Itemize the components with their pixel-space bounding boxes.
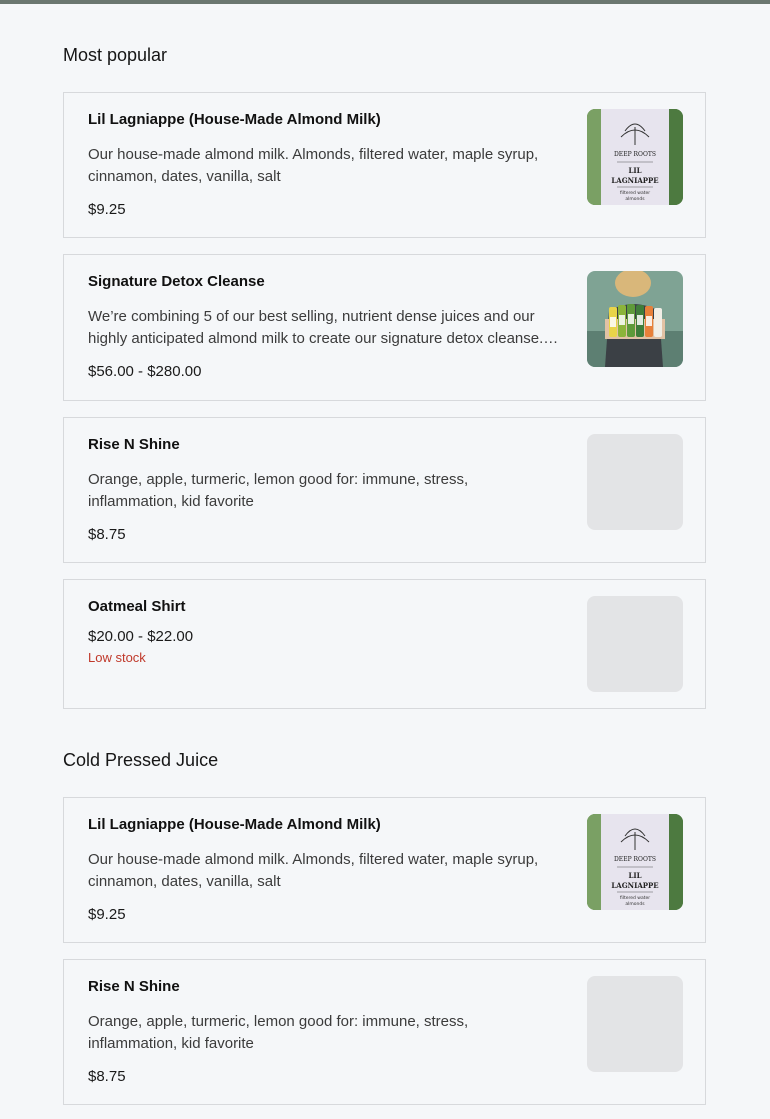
bottle-brand-text: DEEP ROOTS <box>614 151 656 158</box>
product-price: $56.00 - $280.00 <box>88 363 202 380</box>
product-card-oatmeal-shirt[interactable]: Oatmeal Shirt $20.00 - $22.00 Low stock <box>63 579 706 709</box>
product-card-rise-n-shine[interactable]: Rise N Shine Orange, apple, turmeric, le… <box>63 959 706 1105</box>
product-card-lil-lagniappe[interactable]: Lil Lagniappe (House-Made Almond Milk) O… <box>63 797 706 943</box>
section-title-cold-pressed-juice: Cold Pressed Juice <box>63 750 219 770</box>
product-card-signature-detox-cleanse[interactable]: Signature Detox Cleanse We’re combining … <box>63 254 706 401</box>
image-placeholder <box>587 596 683 692</box>
almond-milk-bottle-image: DEEP ROOTS LIL LAGNIAPPE filtered water … <box>587 814 683 910</box>
product-description: We’re combining 5 of our best selling, n… <box>88 308 544 347</box>
image-placeholder <box>587 976 683 1072</box>
product-description: Our house-made almond milk. Almonds, fil… <box>88 851 539 890</box>
bottle-label-line1: LIL <box>628 166 641 175</box>
bottle-ingredient-1: filtered water <box>620 190 650 196</box>
product-name: Oatmeal Shirt <box>88 598 186 615</box>
bottle-ingredient-1: filtered water <box>620 895 650 901</box>
bottle-label-line2: LAGNIAPPE <box>611 176 658 185</box>
bottle-label-line2: LAGNIAPPE <box>611 881 658 890</box>
product-card-rise-n-shine[interactable]: Rise N Shine Orange, apple, turmeric, le… <box>63 417 706 563</box>
bottle-brand-text: DEEP ROOTS <box>614 856 656 863</box>
product-price: $8.75 <box>88 526 126 543</box>
product-price: $8.75 <box>88 1068 126 1085</box>
product-name: Lil Lagniappe (House-Made Almond Milk) <box>88 816 381 833</box>
section-title-most-popular: Most popular <box>63 45 168 65</box>
product-name: Lil Lagniappe (House-Made Almond Milk) <box>88 111 381 128</box>
bottle-ingredient-2: almonds <box>625 196 645 202</box>
image-placeholder <box>587 434 683 530</box>
product-price: $20.00 - $22.00 <box>88 628 194 645</box>
product-description: Orange, apple, turmeric, lemon good for:… <box>88 1013 469 1052</box>
product-price: $9.25 <box>88 201 126 218</box>
product-description: Orange, apple, turmeric, lemon good for:… <box>88 471 469 510</box>
product-card-lil-lagniappe[interactable]: Lil Lagniappe (House-Made Almond Milk) O… <box>63 92 706 238</box>
almond-milk-bottle-image: DEEP ROOTS LIL LAGNIAPPE filtered water … <box>587 109 683 205</box>
product-name: Rise N Shine <box>88 436 180 453</box>
top-bar <box>0 0 770 4</box>
low-stock-label: Low stock <box>88 650 146 665</box>
juice-bottles-image <box>587 271 683 367</box>
product-price: $9.25 <box>88 906 126 923</box>
product-name: Signature Detox Cleanse <box>88 273 265 290</box>
bottle-ingredient-2: almonds <box>625 901 645 907</box>
bottle-label-line1: LIL <box>628 871 641 880</box>
product-name: Rise N Shine <box>88 978 180 995</box>
product-description: Our house-made almond milk. Almonds, fil… <box>88 146 539 185</box>
